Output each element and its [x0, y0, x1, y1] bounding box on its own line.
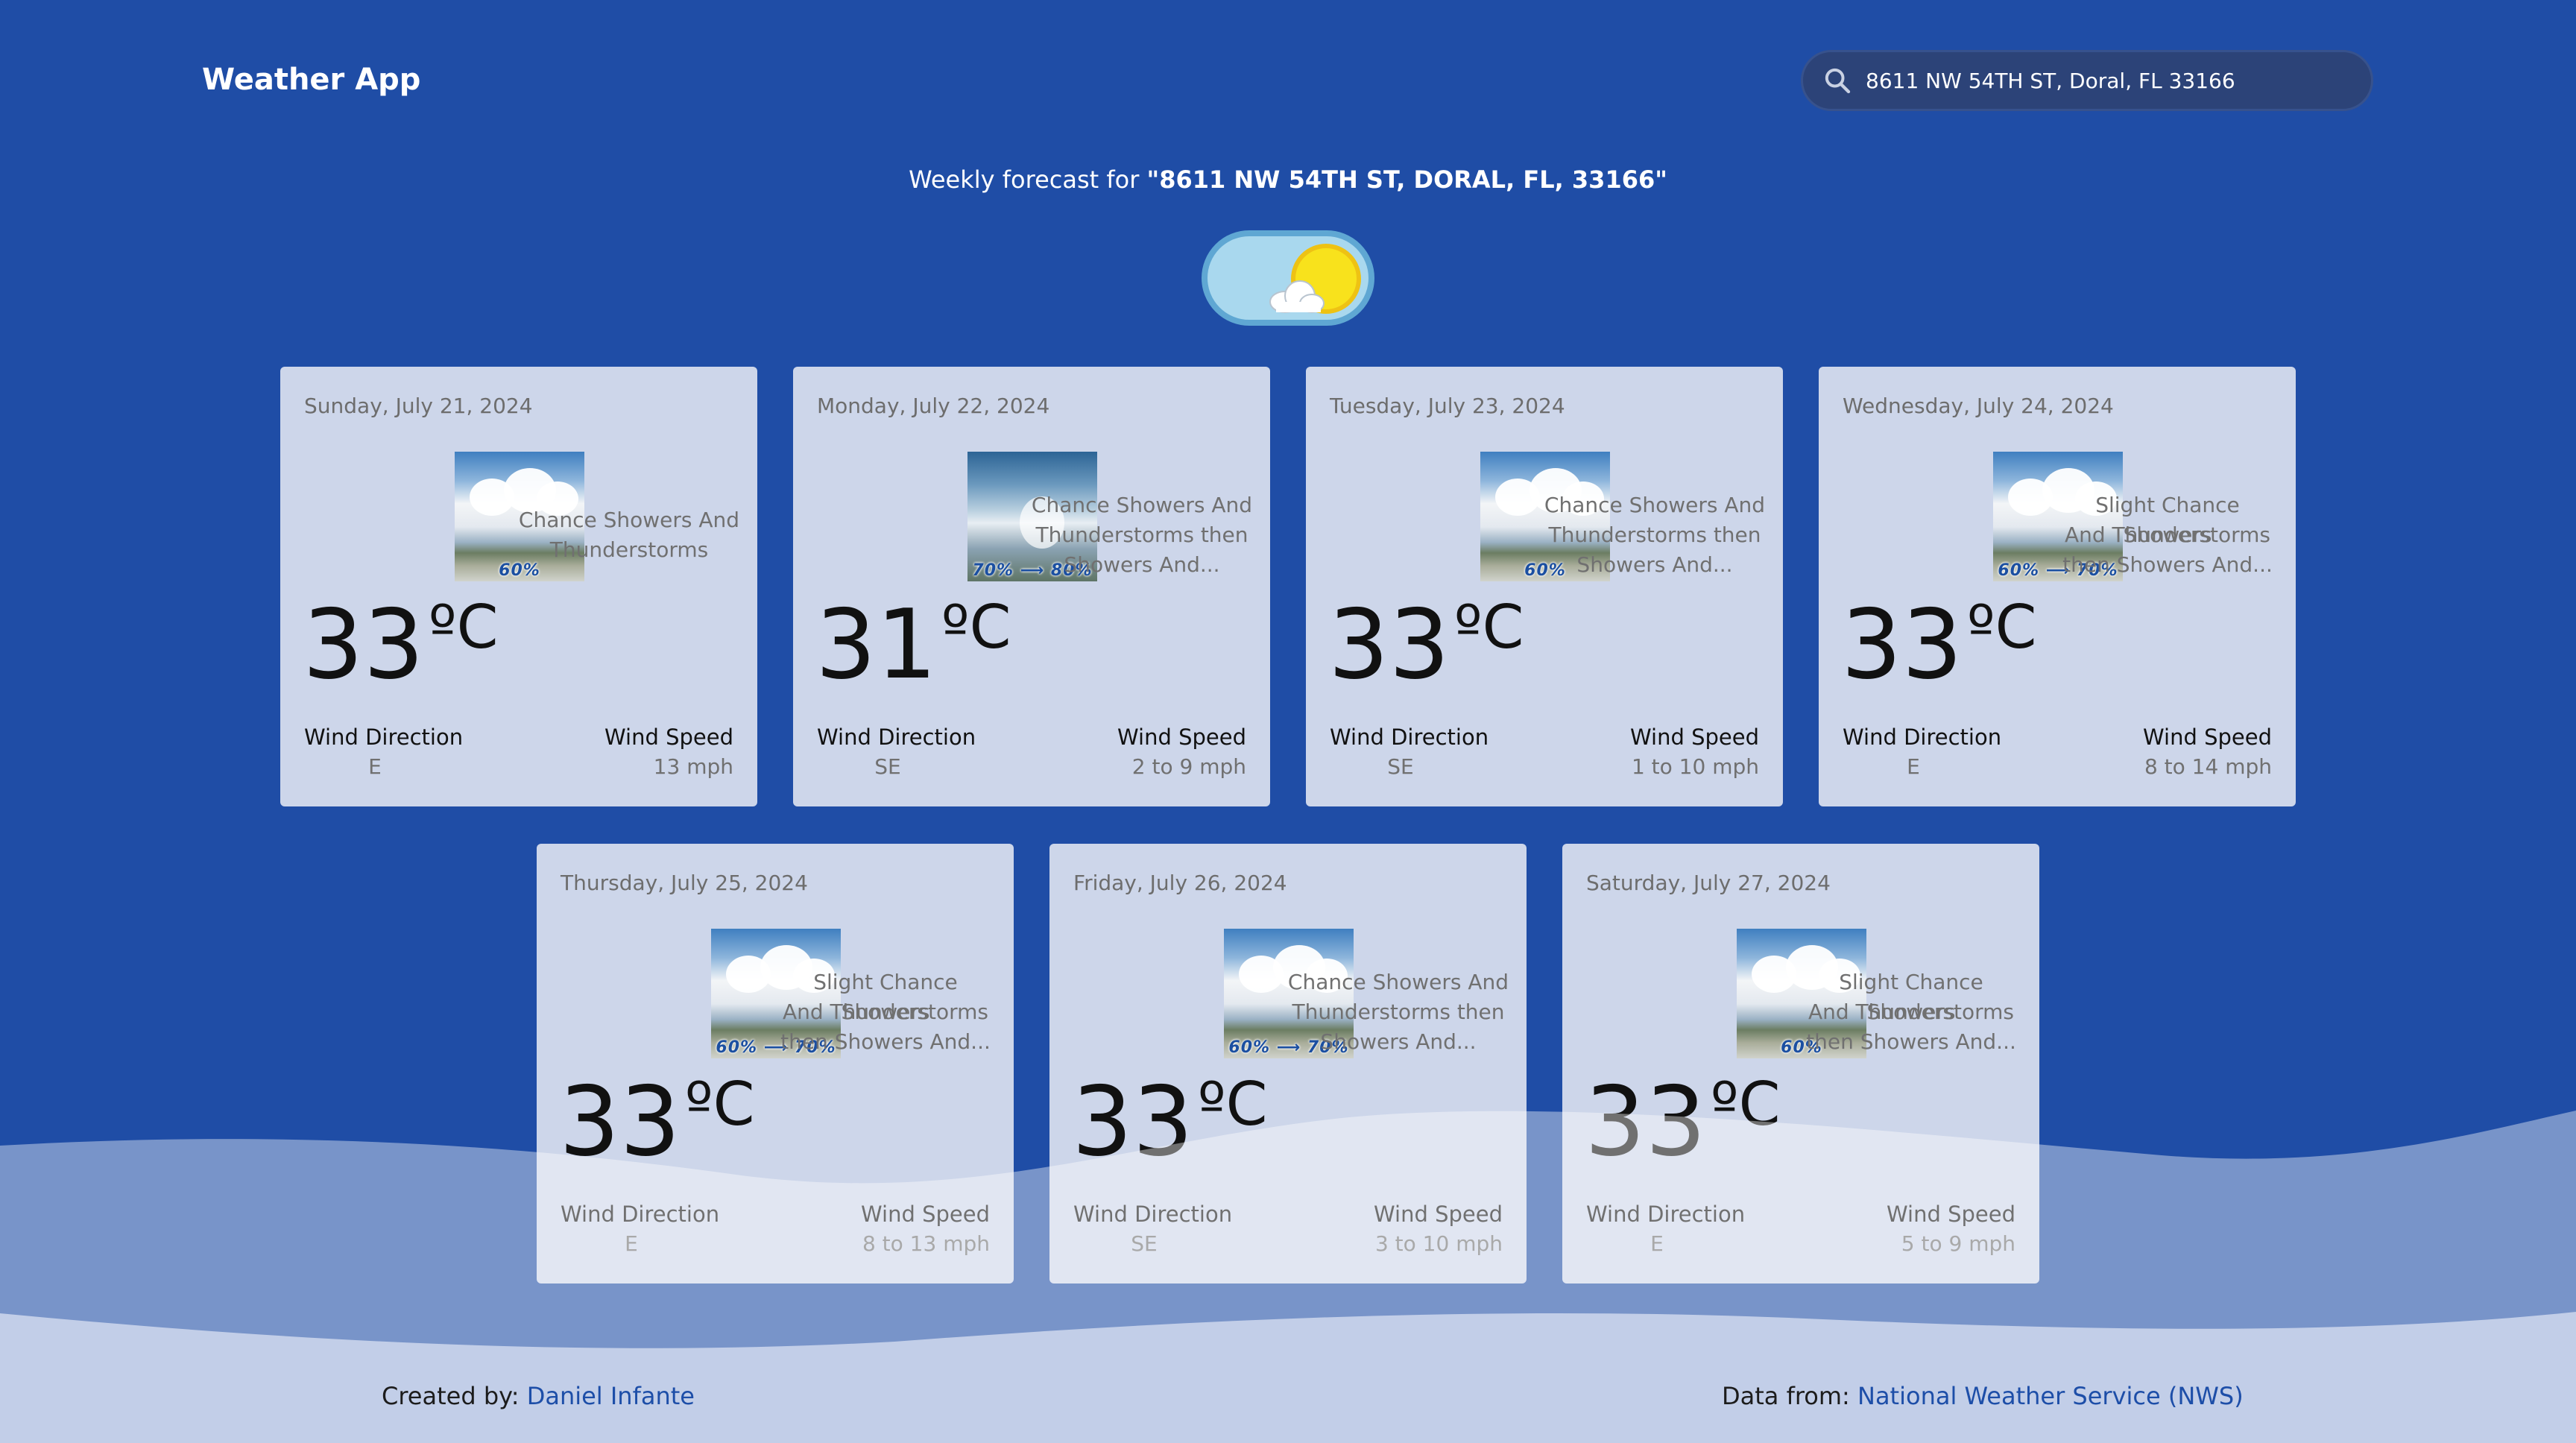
wind-direction-label: Wind Direction — [1586, 1202, 1746, 1227]
wind-direction-value: E — [625, 1231, 638, 1256]
wind-speed-value: 8 to 14 mph — [2144, 754, 2272, 779]
wind-direction-value: E — [1650, 1231, 1664, 1256]
search-icon — [1825, 68, 1851, 94]
description-line: Thunderstorms then — [1035, 522, 1248, 547]
temperature: 33ºC — [303, 598, 498, 693]
wind-direction-value: SE — [1131, 1231, 1158, 1256]
forecast-card: Thursday, July 25, 2024 60% ⟶ 70% 33ºC Slig… — [537, 844, 1014, 1283]
forecast-heading-address: "8611 NW 54TH ST, DORAL, FL, 33166" — [1146, 165, 1667, 194]
temperature-unit: ºC — [428, 593, 499, 662]
wind-speed-label: Wind Speed — [604, 724, 733, 750]
temperature-unit: ºC — [1710, 1070, 1781, 1139]
wind-speed-value: 8 to 13 mph — [862, 1231, 990, 1256]
footer-data-prefix: Data from: — [1722, 1382, 1850, 1410]
card-date: Thursday, July 25, 2024 — [561, 871, 808, 895]
footer-credit-prefix: Created by: — [382, 1382, 520, 1410]
forecast-card: Saturday, July 27, 2024 60% 33ºC Slight Cha… — [1562, 844, 2039, 1283]
forecast-heading: Weekly forecast for "8611 NW 54TH ST, DO… — [0, 165, 2576, 194]
footer-credit: Created by: Daniel Infante — [382, 1382, 695, 1410]
wind-speed-value: 2 to 9 mph — [1131, 754, 1246, 779]
description-line: Thunderstorms then — [1292, 1000, 1505, 1024]
author-link[interactable]: Daniel Infante — [527, 1382, 695, 1410]
nws-link[interactable]: National Weather Service (NWS) — [1857, 1382, 2244, 1410]
description-line: Showers And... — [1320, 1029, 1477, 1054]
temperature: 31ºC — [815, 598, 1011, 693]
card-date: Sunday, July 21, 2024 — [304, 394, 533, 418]
wind-direction-label: Wind Direction — [1073, 1202, 1233, 1227]
description-line: then Showers And... — [780, 1029, 991, 1054]
wind-speed-value: 3 to 10 mph — [1374, 1231, 1503, 1256]
forecast-card: Tuesday, July 23, 2024 60% 33ºC Chance Show… — [1306, 367, 1783, 806]
wind-speed-label: Wind Speed — [1117, 724, 1246, 750]
temperature-value: 33 — [1841, 590, 1963, 701]
temperature: 33ºC — [1328, 598, 1524, 693]
temperature-value: 33 — [1585, 1067, 1706, 1178]
temperature: 33ºC — [1585, 1075, 1780, 1170]
cloud-icon — [1269, 280, 1325, 313]
wind-direction-label: Wind Direction — [561, 1202, 720, 1227]
search-box[interactable] — [1801, 50, 2373, 111]
temperature-value: 31 — [815, 590, 937, 701]
description-line: Showers And... — [1576, 552, 1733, 577]
card-date: Tuesday, July 23, 2024 — [1330, 394, 1565, 418]
description-line: then Showers And... — [2062, 552, 2273, 577]
description-line: Chance Showers And — [1287, 970, 1509, 994]
wind-direction-label: Wind Direction — [1843, 724, 2002, 750]
wind-direction-label: Wind Direction — [304, 724, 464, 750]
temperature-unit: ºC — [1197, 1070, 1268, 1139]
card-date: Saturday, July 27, 2024 — [1586, 871, 1831, 895]
forecast-heading-prefix: Weekly forecast for — [909, 165, 1140, 194]
card-date: Friday, July 26, 2024 — [1073, 871, 1287, 895]
wind-direction-value: SE — [874, 754, 901, 779]
description-line: Thunderstorms then — [1548, 522, 1761, 547]
description-line: And Thunderstorms — [1808, 1000, 2014, 1024]
description-line: Chance Showers And — [518, 508, 740, 532]
wind-speed-value: 5 to 9 mph — [1901, 1231, 2015, 1256]
description-line: And Thunderstorms — [782, 1000, 988, 1024]
description-line: Chance Showers And — [1031, 493, 1253, 517]
temperature: 33ºC — [1072, 1075, 1267, 1170]
temperature-value: 33 — [1072, 1067, 1193, 1178]
card-date: Monday, July 22, 2024 — [817, 394, 1050, 418]
wind-direction-value: E — [1907, 754, 1920, 779]
forecast-card: Sunday, July 21, 2024 60% 33ºC Chance Showe… — [280, 367, 757, 806]
theme-toggle[interactable] — [1202, 230, 1374, 326]
wind-speed-label: Wind Speed — [860, 1202, 990, 1227]
forecast-card: Wednesday, July 24, 2024 60% ⟶ 70% 33ºC Sli… — [1819, 367, 2296, 806]
temperature: 33ºC — [1841, 598, 2036, 693]
forecast-card: Monday, July 22, 2024 70% ⟶ 80% 31ºC Chance… — [793, 367, 1270, 806]
temperature-value: 33 — [1328, 590, 1450, 701]
wind-speed-label: Wind Speed — [1886, 1202, 2015, 1227]
wind-speed-label: Wind Speed — [1629, 724, 1759, 750]
app-title: Weather App — [202, 63, 421, 97]
wind-speed-value: 13 mph — [653, 754, 733, 779]
temperature-value: 33 — [559, 1067, 681, 1178]
wind-direction-value: E — [368, 754, 382, 779]
forecast-card: Friday, July 26, 2024 60% ⟶ 70% 33ºC Chance… — [1049, 844, 1527, 1283]
wind-direction-value: SE — [1387, 754, 1414, 779]
description-line: Chance Showers And — [1544, 493, 1766, 517]
footer-data-source: Data from: National Weather Service (NWS… — [1722, 1382, 2244, 1410]
description-line: And Thunderstorms — [2064, 522, 2270, 547]
temperature-unit: ºC — [1453, 593, 1524, 662]
wind-speed-value: 1 to 10 mph — [1631, 754, 1759, 779]
temperature-unit: ºC — [1966, 593, 2037, 662]
description-line: then Showers And... — [1806, 1029, 2016, 1054]
wind-direction-label: Wind Direction — [1330, 724, 1489, 750]
wind-speed-label: Wind Speed — [1373, 1202, 1503, 1227]
search-input[interactable] — [1866, 68, 2358, 93]
wind-direction-label: Wind Direction — [817, 724, 976, 750]
description-line: Showers And... — [1064, 552, 1220, 577]
description-line: Thunderstorms — [549, 537, 709, 562]
temperature: 33ºC — [559, 1075, 754, 1170]
temperature-value: 33 — [303, 590, 424, 701]
temperature-unit: ºC — [941, 593, 1011, 662]
wind-speed-label: Wind Speed — [2142, 724, 2272, 750]
temperature-unit: ºC — [684, 1070, 755, 1139]
